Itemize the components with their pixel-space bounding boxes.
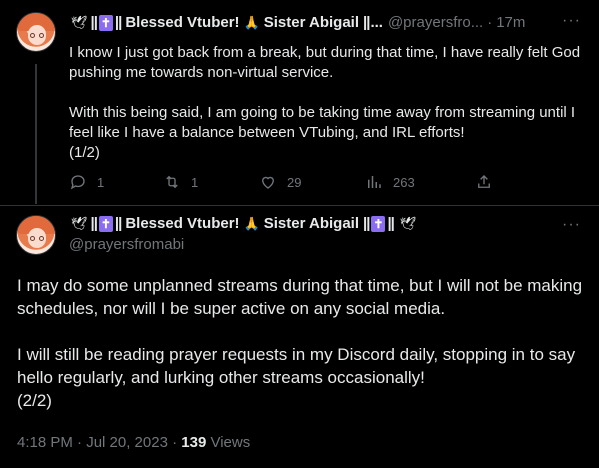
reply-count: 1: [97, 174, 105, 190]
avatar[interactable]: [16, 215, 56, 255]
display-name-suffix[interactable]: Sister Abigail: [264, 215, 359, 232]
bars-glyph: ||: [90, 215, 98, 232]
views-label: Views: [210, 434, 251, 451]
views-count: 139: [181, 434, 207, 451]
repost-button[interactable]: 1: [163, 173, 198, 191]
bars-glyph: ||: [363, 215, 370, 232]
tweet-actions: 1 1 29 263: [69, 173, 549, 193]
tweet-1[interactable]: 🕊 || ✝ || Blessed Vtuber! 🙏 Sister Abiga…: [0, 0, 599, 210]
heart-icon: [262, 176, 274, 189]
views-button[interactable]: 263: [365, 173, 415, 191]
tweet-1-text: I know I just got back from a break, but…: [69, 43, 589, 163]
cross-emoji-icon: ✝: [98, 215, 113, 232]
bars-glyph: ||: [114, 215, 122, 232]
bars-glyph: ||: [363, 14, 370, 31]
tweet-2-paragraph: I may do some unplanned streams during t…: [17, 276, 583, 318]
thread-connector-line: [35, 64, 37, 204]
post-datetime[interactable]: 4:18 PM · Jul 20, 2023 ·: [17, 434, 177, 451]
more-dots-icon[interactable]: ···: [562, 12, 581, 30]
share-button[interactable]: [475, 173, 503, 191]
praying-hands-emoji-icon: 🙏: [243, 215, 260, 231]
like-count: 29: [287, 174, 302, 190]
tweet-2-header: 🕊 || ✝ || Blessed Vtuber! 🙏 Sister Abiga…: [69, 215, 418, 232]
name-truncation: ...: [370, 14, 383, 31]
repost-count: 1: [191, 174, 199, 190]
cross-emoji-icon: ✝: [371, 215, 386, 232]
display-name-suffix[interactable]: Sister Abigail: [264, 14, 359, 31]
tweet-1-paragraph: I know I just got back from a break, but…: [69, 44, 581, 81]
bars-glyph: ||: [114, 14, 122, 31]
reply-icon: [70, 175, 85, 190]
view-count: 263: [393, 174, 415, 190]
avatar[interactable]: [16, 12, 56, 52]
display-name[interactable]: Blessed Vtuber!: [125, 215, 239, 232]
more-dots-icon[interactable]: ···: [562, 216, 581, 234]
tweet-2-text: I may do some unplanned streams during t…: [17, 274, 587, 412]
display-name[interactable]: Blessed Vtuber!: [125, 14, 239, 31]
dove-emoji-icon: 🕊: [399, 215, 417, 231]
repost-icon: [166, 175, 178, 189]
timestamp[interactable]: 17m: [496, 14, 525, 31]
tweet-1-header: 🕊 || ✝ || Blessed Vtuber! 🙏 Sister Abiga…: [69, 14, 525, 31]
tweet-1-paragraph: (1/2): [69, 144, 100, 161]
analytics-bars-icon: [368, 176, 381, 188]
handle[interactable]: @prayersfromabi: [69, 236, 184, 253]
divider: [0, 205, 599, 206]
bars-glyph: ||: [90, 14, 98, 31]
separator: ·: [487, 14, 493, 31]
like-button[interactable]: 29: [259, 173, 301, 191]
praying-hands-emoji-icon: 🙏: [243, 14, 260, 30]
bars-glyph: ||: [387, 215, 394, 232]
handle[interactable]: @prayersfro...: [388, 14, 483, 31]
tweet-2-meta: 4:18 PM · Jul 20, 2023 · 139 Views: [17, 434, 250, 451]
reply-button[interactable]: 1: [69, 173, 104, 191]
tweet-2-paragraph: (2/2): [17, 391, 52, 410]
dove-emoji-icon: 🕊: [71, 14, 88, 30]
dove-emoji-icon: 🕊: [71, 215, 88, 231]
share-icon: [478, 175, 490, 188]
tweet-1-paragraph: With this being said, I am going to be t…: [69, 104, 576, 141]
tweet-2-paragraph: I will still be reading prayer requests …: [17, 345, 576, 387]
cross-emoji-icon: ✝: [98, 14, 113, 31]
